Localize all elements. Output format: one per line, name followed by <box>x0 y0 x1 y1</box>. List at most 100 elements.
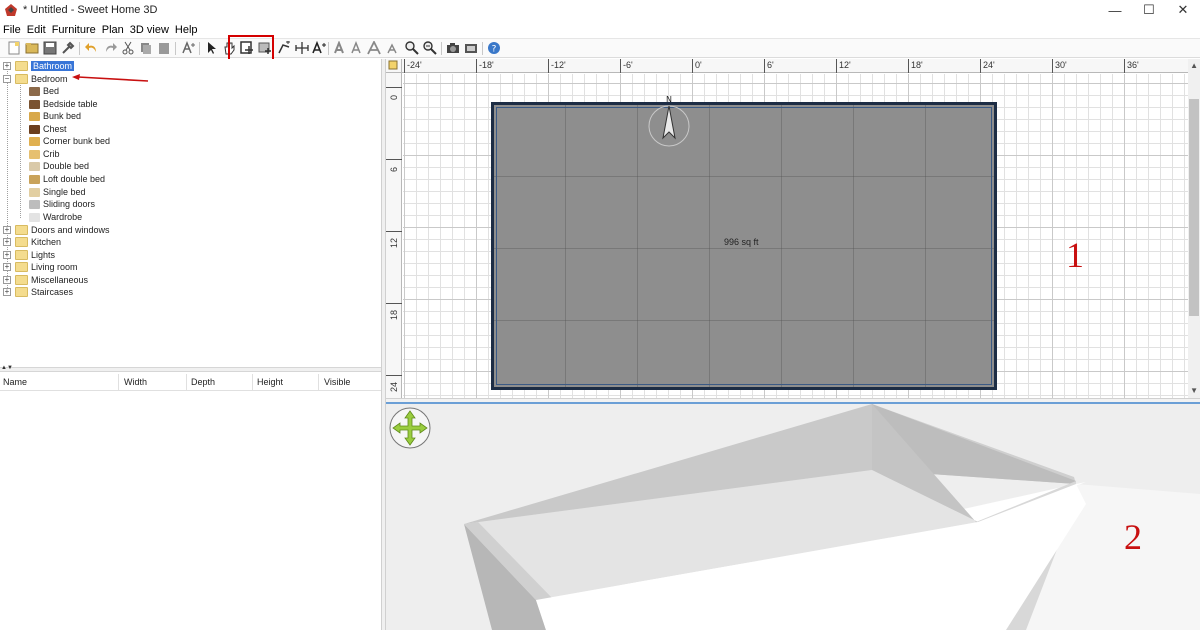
select-mode-icon[interactable] <box>205 41 219 55</box>
menu-furniture[interactable]: Furniture <box>49 24 99 36</box>
menu-file[interactable]: File <box>0 24 24 36</box>
zoom-in-icon[interactable] <box>405 41 419 55</box>
expand-toggle-lights[interactable]: + <box>3 251 11 259</box>
text-style-italic-icon[interactable] <box>350 41 364 55</box>
add-text-icon[interactable] <box>312 41 326 55</box>
close-button[interactable]: ✕ <box>1166 0 1200 20</box>
left-pane: + Bathroom − Bedroom Bed Bedside table B… <box>0 59 381 630</box>
column-header-width[interactable]: Width <box>124 377 147 387</box>
catalog-item-corner-bunk-bed[interactable]: Corner bunk bed <box>29 135 110 147</box>
zoom-out-icon[interactable] <box>423 41 437 55</box>
open-icon[interactable] <box>25 41 39 55</box>
category-doors-and-windows[interactable]: Doors and windows <box>15 224 110 236</box>
splitter-arrows-icon: ▲▼ <box>1 365 13 371</box>
expand-toggle-miscellaneous[interactable]: + <box>3 276 11 284</box>
annotation-marker-1: 1 <box>1066 235 1084 275</box>
text-style-bold-icon[interactable] <box>333 41 347 55</box>
crib-icon <box>29 149 40 159</box>
expand-toggle-doors-and-windows[interactable]: + <box>3 226 11 234</box>
3d-view[interactable]: 2 <box>386 404 1200 630</box>
create-dimensions-icon[interactable] <box>295 41 309 55</box>
app-logo-icon <box>5 4 17 16</box>
wardrobe-icon <box>29 212 40 222</box>
3d-room-model <box>464 404 1200 630</box>
category-kitchen[interactable]: Kitchen <box>15 236 61 248</box>
catalog-item-double-bed[interactable]: Double bed <box>29 160 89 172</box>
toolbar: ? <box>0 38 1200 58</box>
help-icon[interactable]: ? <box>487 41 501 55</box>
expand-toggle-living-room[interactable]: + <box>3 263 11 271</box>
plan-vertical-scrollbar[interactable]: ▲ ▼ <box>1188 59 1200 398</box>
single-bed-icon <box>29 187 40 197</box>
ruler-label: 24' <box>983 60 995 70</box>
catalog-item-crib[interactable]: Crib <box>29 148 60 160</box>
catalog-item-single-bed[interactable]: Single bed <box>29 186 86 198</box>
column-header-visible[interactable]: Visible <box>324 377 350 387</box>
plan-view[interactable]: -24' -18' -12' -6' 0' 6' 12' 18' 24' 30'… <box>386 59 1200 398</box>
catalog-item-chest[interactable]: Chest <box>29 123 67 135</box>
scroll-up-icon[interactable]: ▲ <box>1190 61 1198 70</box>
category-living-room[interactable]: Living room <box>15 261 78 273</box>
category-miscellaneous[interactable]: Miscellaneous <box>15 274 88 286</box>
furniture-catalog-tree: + Bathroom − Bedroom Bed Bedside table B… <box>0 59 381 364</box>
column-header-height[interactable]: Height <box>257 377 283 387</box>
copy-icon[interactable] <box>139 41 153 55</box>
category-label: Bedroom <box>31 74 68 84</box>
folder-open-icon <box>15 74 28 84</box>
folder-icon <box>15 275 28 285</box>
category-lights[interactable]: Lights <box>15 249 55 261</box>
catalog-item-bedside-table[interactable]: Bedside table <box>29 98 98 110</box>
catalog-item-sliding-doors[interactable]: Sliding doors <box>29 198 95 210</box>
scroll-down-icon[interactable]: ▼ <box>1190 386 1198 395</box>
ruler-label: -18' <box>479 60 494 70</box>
folder-icon <box>15 250 28 260</box>
minimize-button[interactable]: — <box>1098 0 1132 20</box>
menu-3d-view[interactable]: 3D view <box>127 24 172 36</box>
room-area-label: 996 sq ft <box>724 237 759 247</box>
create-video-icon[interactable] <box>464 41 478 55</box>
redo-icon[interactable] <box>103 41 117 55</box>
red-arrow-annotation <box>72 74 149 82</box>
ruler-label: 12' <box>839 60 851 70</box>
catalog-item-loft-double-bed[interactable]: Loft double bed <box>29 173 105 185</box>
new-home-icon[interactable] <box>7 41 21 55</box>
folder-icon <box>15 61 28 71</box>
menu-edit[interactable]: Edit <box>24 24 49 36</box>
save-icon[interactable] <box>43 41 57 55</box>
preferences-icon[interactable] <box>61 41 75 55</box>
room[interactable]: 996 sq ft <box>491 102 997 390</box>
category-bathroom[interactable]: Bathroom <box>15 60 75 72</box>
scroll-thumb[interactable] <box>1189 99 1199 316</box>
column-header-name[interactable]: Name <box>3 377 27 387</box>
category-bedroom[interactable]: Bedroom <box>15 73 68 85</box>
category-staircases[interactable]: Staircases <box>15 286 73 298</box>
catalog-table-splitter[interactable]: ▲▼ <box>0 365 381 372</box>
maximize-button[interactable]: ☐ <box>1132 0 1166 20</box>
menu-plan[interactable]: Plan <box>99 24 127 36</box>
catalog-item-bunk-bed[interactable]: Bunk bed <box>29 110 81 122</box>
catalog-item-wardrobe[interactable]: Wardrobe <box>29 211 82 223</box>
collapse-toggle-bedroom[interactable]: − <box>3 75 11 83</box>
add-furniture-icon[interactable] <box>181 41 195 55</box>
column-header-depth[interactable]: Depth <box>191 377 215 387</box>
ruler-label: -6' <box>623 60 633 70</box>
increase-text-size-icon[interactable] <box>367 41 381 55</box>
3d-navigation-arrows-icon[interactable] <box>389 407 431 449</box>
cut-icon[interactable] <box>121 41 135 55</box>
chest-icon <box>29 124 40 134</box>
paste-icon[interactable] <box>157 41 171 55</box>
loft-double-bed-icon <box>29 174 40 184</box>
expand-toggle-bathroom[interactable]: + <box>3 62 11 70</box>
ruler-label: 0 <box>389 94 399 100</box>
compass-icon[interactable]: N <box>647 94 691 150</box>
create-photo-icon[interactable] <box>446 41 460 55</box>
expand-toggle-staircases[interactable]: + <box>3 288 11 296</box>
catalog-item-bed[interactable]: Bed <box>29 85 59 97</box>
undo-icon[interactable] <box>85 41 99 55</box>
annotation-marker-2: 2 <box>1124 517 1142 557</box>
create-polylines-icon[interactable] <box>277 41 291 55</box>
furniture-table-header: Name Width Depth Height Visible <box>0 374 381 391</box>
expand-toggle-kitchen[interactable]: + <box>3 238 11 246</box>
decrease-text-size-icon[interactable] <box>385 41 399 55</box>
menu-help[interactable]: Help <box>172 24 201 36</box>
